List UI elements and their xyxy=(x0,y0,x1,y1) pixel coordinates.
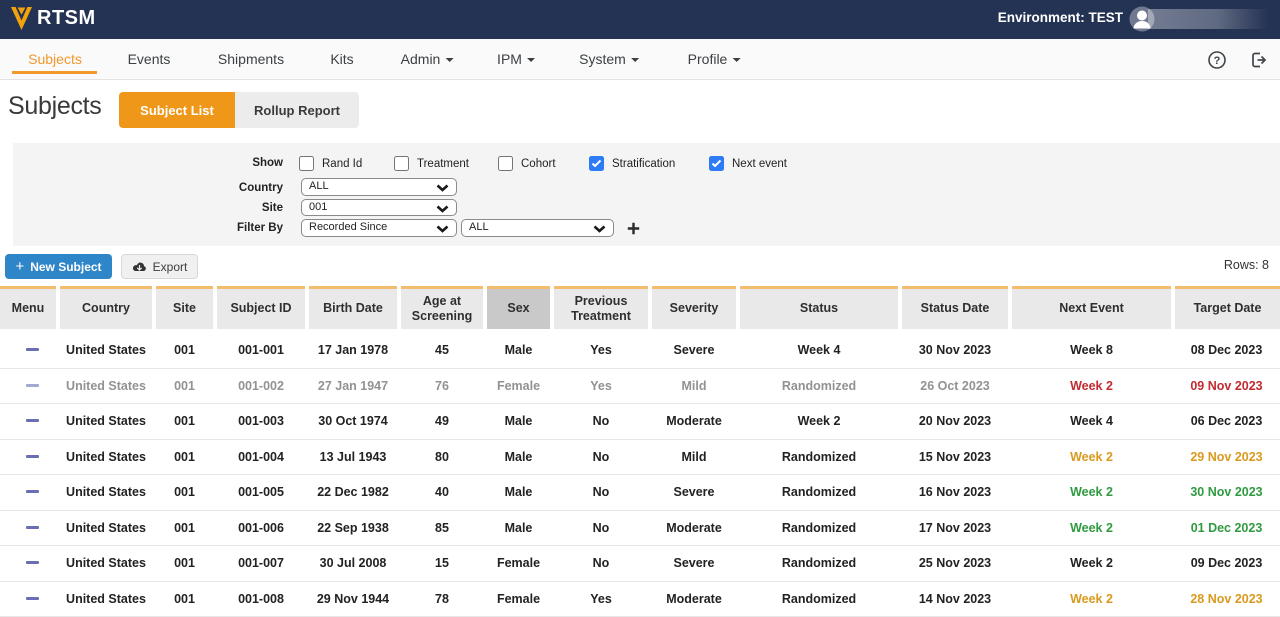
svg-text:?: ? xyxy=(1214,55,1221,67)
